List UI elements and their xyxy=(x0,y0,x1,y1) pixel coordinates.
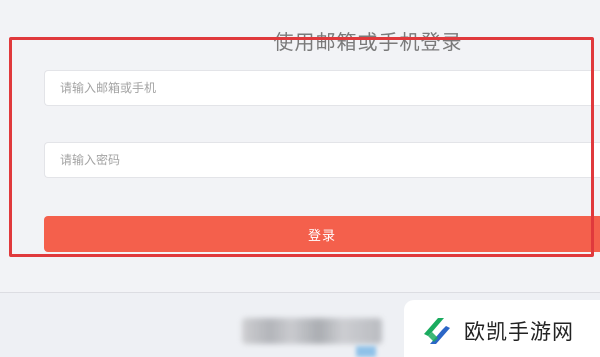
brand-logo-icon xyxy=(424,318,450,344)
watermark-brand-text: 欧凯手游网 xyxy=(464,320,574,344)
login-panel: 使用邮箱或手机登录 登录 xyxy=(0,0,600,292)
highlight-frame xyxy=(9,37,594,257)
blurred-logo xyxy=(242,318,382,344)
blurred-accent xyxy=(356,346,376,357)
